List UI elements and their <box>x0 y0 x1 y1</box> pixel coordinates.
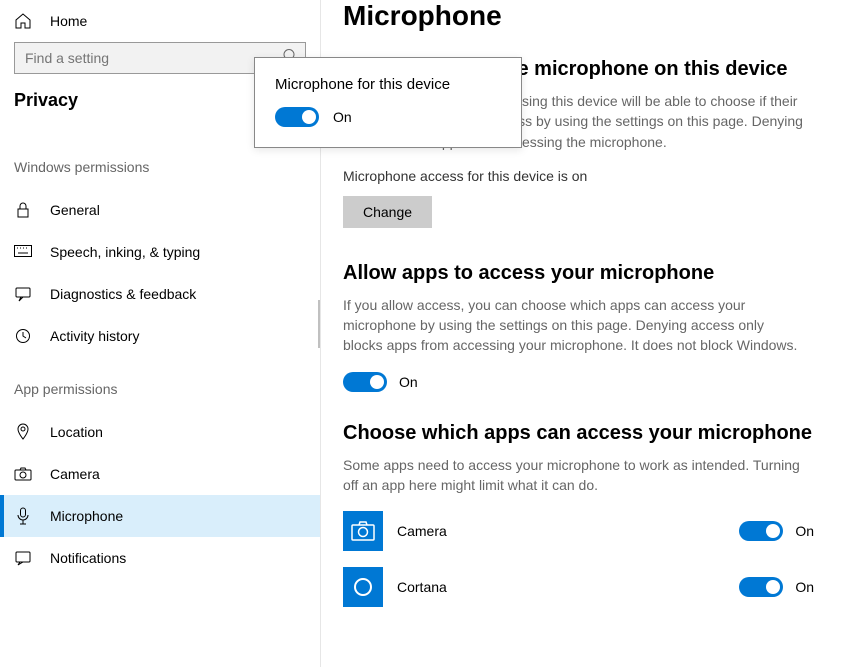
popup-toggle[interactable] <box>275 107 319 127</box>
popup-toggle-label: On <box>333 109 352 125</box>
section1-status: Microphone access for this device is on <box>343 168 824 184</box>
app-name: Cortana <box>397 579 725 595</box>
app-cortana-toggle[interactable] <box>739 577 783 597</box>
lock-icon <box>14 201 32 219</box>
home-icon <box>14 12 32 30</box>
sidebar-item-location[interactable]: Location <box>0 411 320 453</box>
change-button[interactable]: Change <box>343 196 432 228</box>
section2-title: Allow apps to access your microphone <box>343 262 824 285</box>
sidebar-item-label: Activity history <box>50 328 139 344</box>
location-icon <box>14 423 32 441</box>
sidebar-item-label: Speech, inking, & typing <box>50 244 200 260</box>
app-cortana-icon <box>343 567 383 607</box>
sidebar-item-label: Camera <box>50 466 100 482</box>
app-cortana-toggle-label: On <box>795 579 814 595</box>
section3-title: Choose which apps can access your microp… <box>343 422 824 445</box>
sidebar-item-notifications[interactable]: Notifications <box>0 537 320 579</box>
page-title: Microphone <box>343 0 824 32</box>
history-icon <box>14 327 32 345</box>
app-row-cortana: Cortana On <box>343 567 824 607</box>
sidebar-item-diagnostics[interactable]: Diagnostics & feedback <box>0 273 320 315</box>
home-nav[interactable]: Home <box>0 0 320 42</box>
sidebar-item-label: Diagnostics & feedback <box>50 286 196 302</box>
feedback-icon <box>14 285 32 303</box>
sidebar-item-camera[interactable]: Camera <box>0 453 320 495</box>
sidebar-item-label: Location <box>50 424 103 440</box>
app-row-camera: Camera On <box>343 511 824 551</box>
popup-title: Microphone for this device <box>275 76 501 93</box>
group-app-permissions: App permissions <box>0 381 320 411</box>
section3-desc: Some apps need to access your microphone… <box>343 455 803 496</box>
app-camera-toggle[interactable] <box>739 521 783 541</box>
camera-icon <box>14 465 32 483</box>
app-name: Camera <box>397 523 725 539</box>
group-windows-permissions: Windows permissions <box>0 159 320 189</box>
notifications-icon <box>14 549 32 567</box>
section2-desc: If you allow access, you can choose whic… <box>343 295 803 356</box>
app-camera-toggle-label: On <box>795 523 814 539</box>
apps-access-toggle[interactable] <box>343 372 387 392</box>
sidebar-item-microphone[interactable]: Microphone <box>0 495 320 537</box>
apps-access-toggle-label: On <box>399 374 418 390</box>
sidebar-item-general[interactable]: General <box>0 189 320 231</box>
sidebar-item-speech[interactable]: Speech, inking, & typing <box>0 231 320 273</box>
keyboard-icon <box>14 243 32 261</box>
sidebar-item-activity[interactable]: Activity history <box>0 315 320 357</box>
change-popup: Microphone for this device On <box>254 57 522 148</box>
sidebar-scrollbar[interactable] <box>318 300 320 348</box>
microphone-icon <box>14 507 32 525</box>
home-label: Home <box>50 13 87 29</box>
sidebar-item-label: General <box>50 202 100 218</box>
app-camera-icon <box>343 511 383 551</box>
sidebar-item-label: Notifications <box>50 550 126 566</box>
sidebar-item-label: Microphone <box>50 508 123 524</box>
